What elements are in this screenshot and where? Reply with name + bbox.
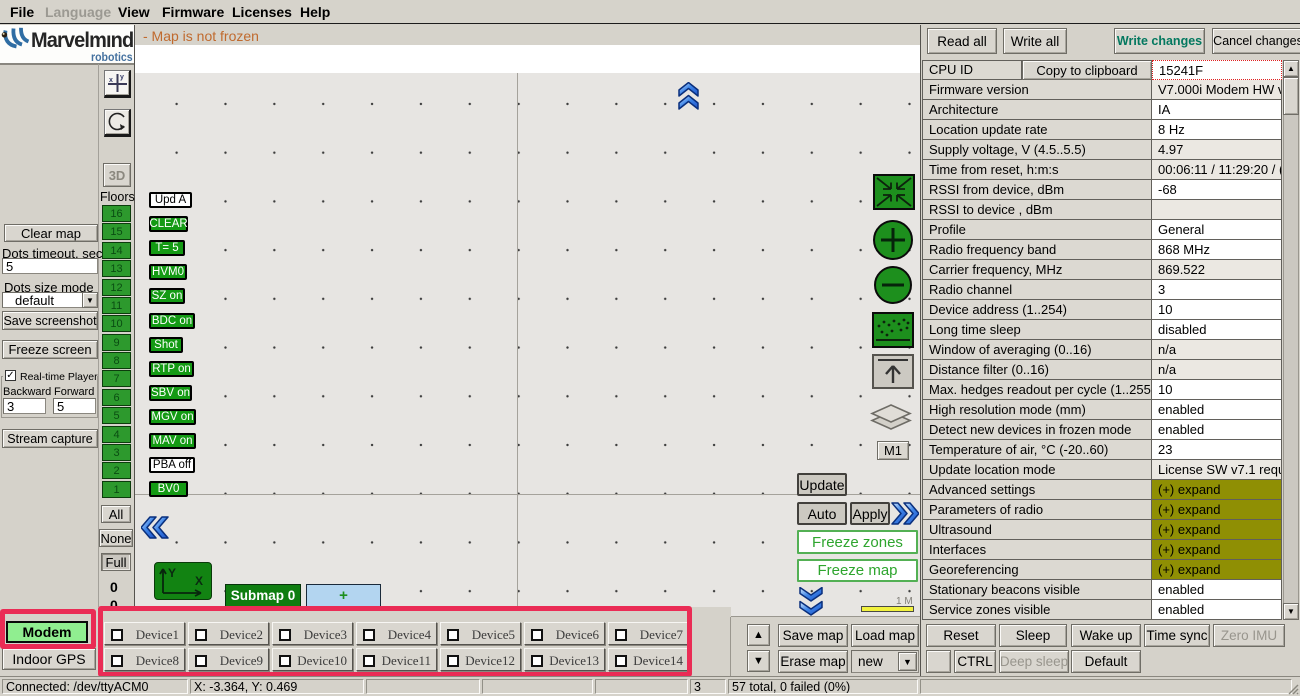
svg-text:Y: Y — [168, 566, 176, 580]
svg-text:y: y — [120, 74, 124, 81]
svg-text:X: X — [195, 574, 203, 588]
svg-text:x: x — [109, 77, 113, 84]
